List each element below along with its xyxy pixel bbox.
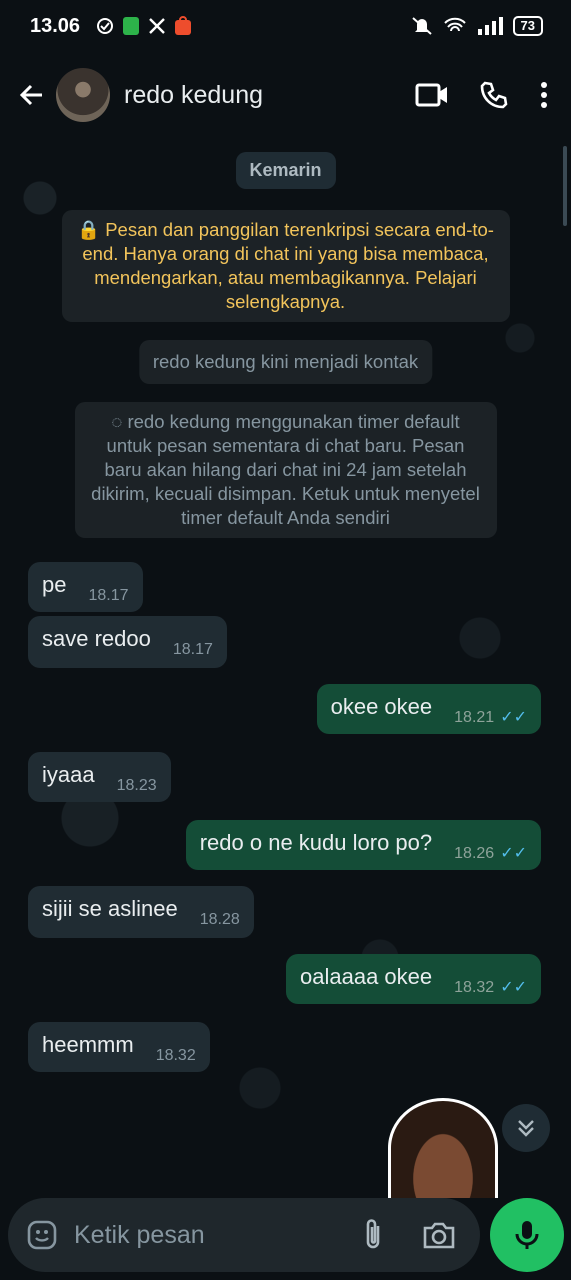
- attach-icon[interactable]: [362, 1218, 384, 1252]
- x-icon: [149, 18, 165, 34]
- app-icon: [123, 17, 140, 35]
- signal-icon: [477, 17, 503, 35]
- voice-record-button[interactable]: [490, 1198, 564, 1272]
- date-separator: Kemarin: [235, 152, 336, 189]
- message-time: 18.28: [199, 911, 240, 928]
- phone-icon[interactable]: [479, 80, 509, 110]
- message-text: redo o ne kudu loro po?: [199, 830, 433, 855]
- message-time: 18.17: [172, 641, 213, 658]
- wifi-icon: [443, 17, 466, 32]
- message-time: 18.17: [88, 587, 129, 604]
- message-outgoing[interactable]: okee okee 18.21 ✓✓: [316, 684, 541, 734]
- message-incoming[interactable]: pe 18.17: [28, 562, 143, 612]
- encryption-notice[interactable]: 🔒 Pesan dan panggilan terenkripsi secara…: [61, 210, 510, 322]
- message-text: sijii se aslinee: [42, 896, 178, 921]
- mic-icon: [515, 1221, 539, 1249]
- message-input[interactable]: Ketik pesan: [74, 1221, 205, 1250]
- message-incoming[interactable]: save redoo 18.17: [28, 616, 227, 668]
- chat-header: redo kedung: [0, 52, 571, 138]
- emoji-icon[interactable]: [26, 1219, 58, 1251]
- message-time: 18.32: [155, 1047, 196, 1064]
- message-text: heemmm: [42, 1032, 134, 1057]
- timer-notice[interactable]: ◌ redo kedung menggunakan timer default …: [74, 402, 497, 538]
- message-text: pe: [42, 572, 67, 597]
- double-chevron-down-icon: [518, 1120, 534, 1137]
- read-receipt-icon: ✓✓: [500, 979, 527, 996]
- chat-area[interactable]: Kemarin 🔒 Pesan dan panggilan terenkrips…: [0, 138, 571, 1198]
- message-incoming[interactable]: iyaaa 18.23: [28, 752, 171, 802]
- avatar[interactable]: [56, 68, 110, 122]
- scroll-down-button[interactable]: [502, 1104, 550, 1152]
- contact-name[interactable]: redo kedung: [124, 81, 263, 110]
- contact-notice: redo kedung kini menjadi kontak: [138, 340, 433, 384]
- video-call-icon[interactable]: [415, 82, 449, 108]
- check-circle-icon: [97, 18, 114, 34]
- sticker-image[interactable]: [388, 1098, 498, 1198]
- timer-notice-text: redo kedung menggunakan timer default un…: [91, 411, 480, 528]
- message-time: 18.32: [454, 979, 495, 996]
- back-button[interactable]: [10, 81, 54, 109]
- battery-indicator: 73: [512, 16, 543, 36]
- mute-icon: [411, 17, 432, 35]
- message-incoming[interactable]: sijii se aslinee 18.28: [28, 886, 254, 938]
- scrollbar[interactable]: [563, 146, 567, 226]
- message-outgoing[interactable]: redo o ne kudu loro po? 18.26 ✓✓: [185, 820, 541, 870]
- read-receipt-icon: ✓✓: [500, 709, 527, 726]
- message-time: 18.23: [116, 777, 157, 794]
- message-composer[interactable]: Ketik pesan: [8, 1198, 480, 1272]
- shop-icon: [175, 16, 192, 35]
- status-time: 13.06: [30, 14, 81, 37]
- camera-icon[interactable]: [422, 1220, 456, 1250]
- more-vert-icon[interactable]: [539, 81, 549, 109]
- message-time: 18.21: [454, 709, 495, 726]
- read-receipt-icon: ✓✓: [500, 845, 527, 862]
- message-incoming[interactable]: heemmm 18.32: [28, 1022, 210, 1072]
- timer-icon: ◌: [111, 411, 128, 432]
- message-text: save redoo: [42, 626, 151, 651]
- message-outgoing[interactable]: oalaaaa okee 18.32 ✓✓: [286, 954, 541, 1004]
- arrow-left-icon: [19, 84, 42, 106]
- message-text: iyaaa: [42, 762, 95, 787]
- message-time: 18.26: [454, 845, 495, 862]
- status-bar: 13.06 73: [0, 0, 571, 52]
- message-text: okee okee: [330, 694, 433, 719]
- message-text: oalaaaa okee: [300, 964, 433, 989]
